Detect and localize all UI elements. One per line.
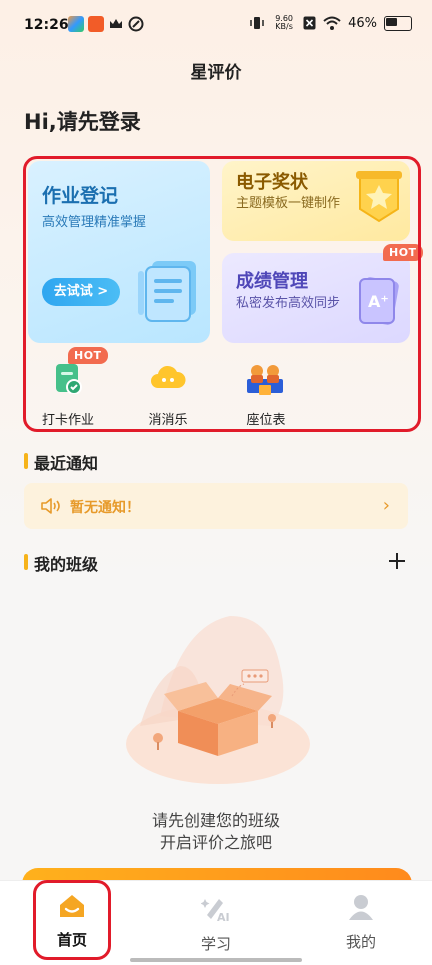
gesture-bar bbox=[130, 958, 302, 962]
notice-text: 暂无通知！ bbox=[70, 500, 140, 516]
login-greeting[interactable]: Hi,请先登录 bbox=[24, 106, 141, 136]
status-time: 12:26 bbox=[24, 17, 69, 33]
nav-me[interactable]: 我的 bbox=[321, 893, 401, 952]
battery-icon bbox=[384, 15, 412, 31]
empty-box-illustration bbox=[126, 616, 310, 784]
home-highlight-outline bbox=[33, 880, 111, 960]
no-sim-icon bbox=[303, 16, 316, 30]
nav-me-label: 我的 bbox=[345, 933, 376, 951]
status-bar: 12:26 9.60 KB/s 46% bbox=[0, 0, 432, 52]
notification-icons bbox=[68, 16, 144, 32]
nav-study-label: 学习 bbox=[200, 935, 231, 953]
page-title: 星评价 bbox=[190, 63, 242, 83]
notice-bar[interactable]: 暂无通知！ › bbox=[24, 483, 408, 529]
feature-highlight-outline bbox=[23, 156, 421, 432]
vibrate-icon bbox=[250, 17, 264, 29]
recent-notice-title: 最近通知 bbox=[34, 454, 99, 473]
app-notification-icon bbox=[88, 16, 104, 32]
ai-study-icon: AI bbox=[200, 899, 230, 924]
speaker-icon bbox=[41, 498, 60, 514]
crown-icon bbox=[108, 16, 124, 32]
nav-study[interactable]: AI 学习 bbox=[176, 893, 256, 954]
my-class-title: 我的班级 bbox=[34, 555, 99, 574]
plus-icon[interactable] bbox=[387, 551, 407, 571]
app-notification-icon bbox=[128, 16, 144, 32]
chevron-right-icon: › bbox=[382, 495, 390, 516]
section-accent bbox=[24, 453, 28, 469]
battery-percent: 46% bbox=[348, 15, 377, 31]
user-icon bbox=[349, 895, 373, 920]
section-accent bbox=[24, 554, 28, 570]
network-speed: 9.60 KB/s bbox=[272, 15, 296, 31]
speed-unit: KB/s bbox=[275, 22, 293, 31]
empty-class-line1: 请先创建您的班级 bbox=[151, 811, 280, 830]
wifi-icon bbox=[323, 16, 341, 30]
app-notification-icon bbox=[68, 16, 84, 32]
empty-class-line2: 开启评价之旅吧 bbox=[159, 833, 272, 852]
svg-text:AI: AI bbox=[217, 911, 230, 923]
